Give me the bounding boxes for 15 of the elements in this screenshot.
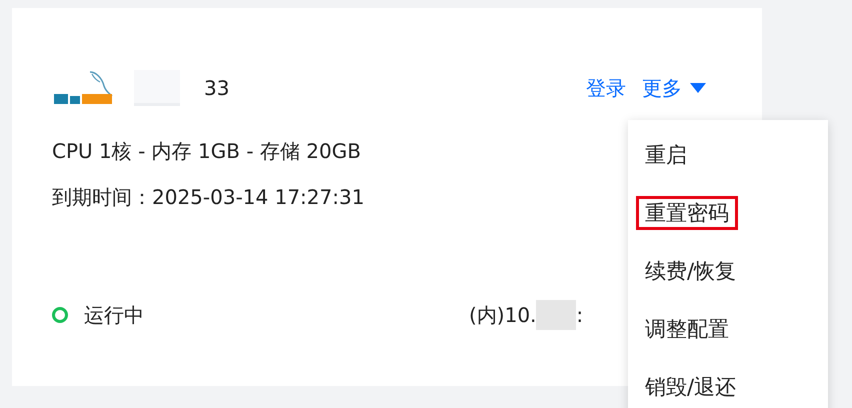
instance-name: 33 xyxy=(204,75,230,102)
menu-item[interactable]: 重置密码 xyxy=(636,196,738,230)
menu-item[interactable]: 调整配置 xyxy=(636,312,738,346)
caret-icon xyxy=(690,82,706,94)
ip-address: (内)10. xyxy=(469,302,536,329)
instance-specs: CPU 1核 - 内存 1GB - 存储 20GB xyxy=(52,138,361,165)
more-dropdown-button[interactable]: 更多 xyxy=(642,73,706,103)
ip-address: : xyxy=(576,302,584,329)
menu-item[interactable]: 续费/恢复 xyxy=(636,254,746,288)
menu-item[interactable]: 销毁/退还 xyxy=(636,370,746,404)
menu-item[interactable]: 重启 xyxy=(636,138,696,172)
status-label: 运行中 xyxy=(84,302,144,329)
login-link[interactable]: 登录 xyxy=(586,73,626,103)
expiry-time: 到期时间：2025-03-14 17:27:31 xyxy=(52,184,364,211)
redacted-area xyxy=(536,300,576,330)
